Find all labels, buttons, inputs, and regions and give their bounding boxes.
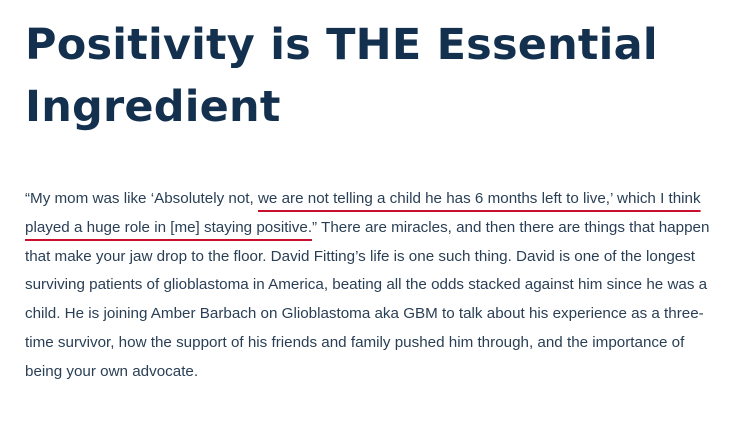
article-intro-paragraph: “My mom was like ‘Absolutely not, we are… xyxy=(25,185,725,387)
page-title: Positivity is THE Essential Ingredient xyxy=(25,20,658,132)
article: Positivity is THE Essential Ingredient “… xyxy=(25,0,725,380)
paragraph-body-text: There are miracles, and then there are t… xyxy=(25,218,710,380)
quote-opening-text: “My mom was like ‘Absolutely not, xyxy=(25,190,258,207)
